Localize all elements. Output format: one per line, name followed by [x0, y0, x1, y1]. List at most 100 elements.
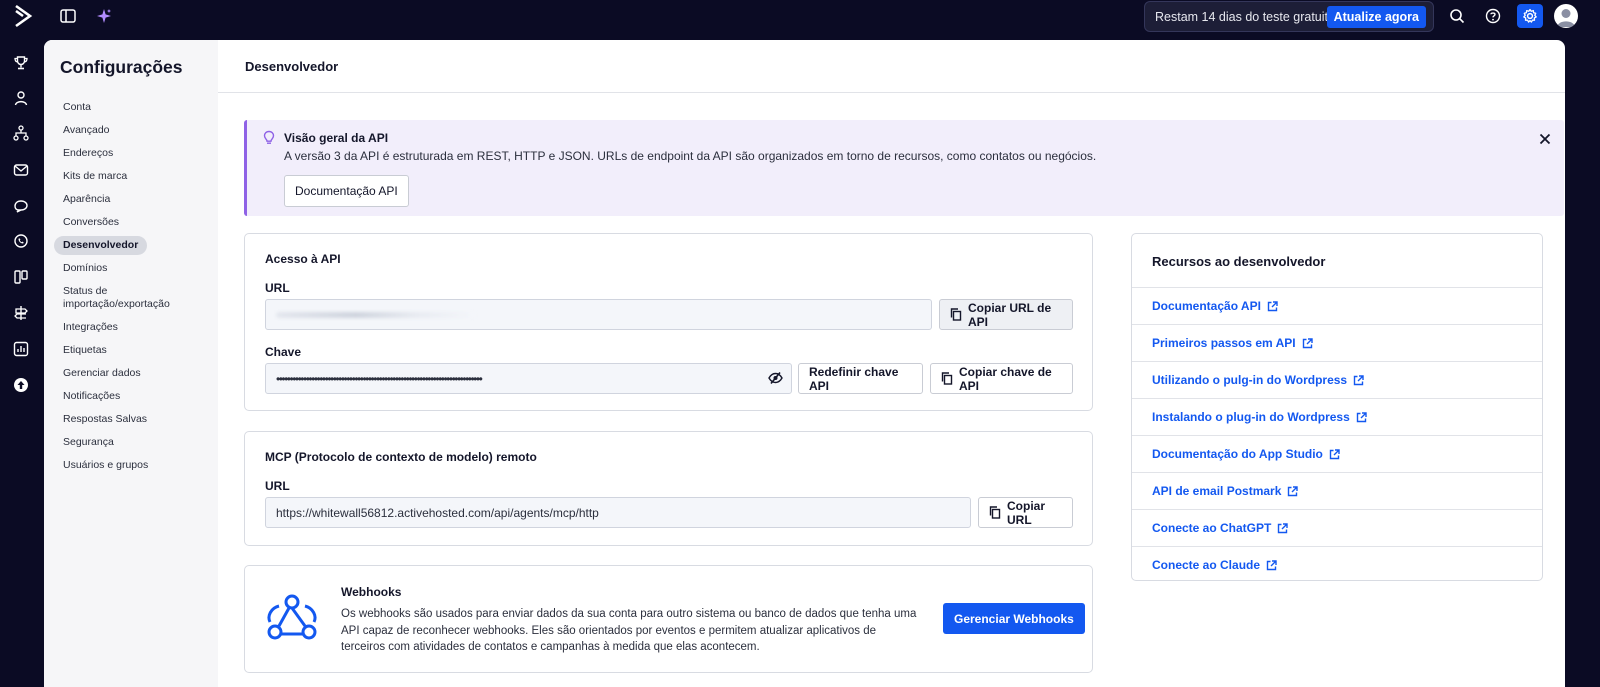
settings-title: Configurações — [60, 57, 183, 77]
sidebar-item-aparencia[interactable]: Aparência — [54, 190, 119, 209]
mcp-url-field[interactable]: https://whitewall56812.activehosted.com/… — [265, 497, 971, 528]
resource-link-item[interactable]: Conecte ao ChatGPT — [1132, 509, 1542, 546]
copy-api-key-label: Copiar chave de API — [959, 364, 1052, 393]
webhooks-description: Os webhooks são usados para enviar dados… — [341, 608, 917, 653]
copy-mcp-url-button[interactable]: Copiar URL — [978, 497, 1073, 528]
sidebar-item-notificacoes[interactable]: Notificações — [54, 387, 129, 406]
resource-link[interactable]: Conecte ao ChatGPT — [1152, 521, 1271, 535]
sidebar-item-avancado[interactable]: Avançado — [54, 121, 119, 140]
copy-mcp-url-label: Copiar URL — [1007, 498, 1046, 527]
eye-off-icon[interactable] — [768, 371, 783, 388]
sidebar-item-etiquetas[interactable]: Etiquetas — [54, 341, 116, 360]
api-url-redacted — [276, 311, 476, 318]
sidebar-item-respostas-salvas[interactable]: Respostas Salvas — [54, 410, 156, 429]
mcp-card: MCP (Protocolo de contexto de modelo) re… — [244, 431, 1093, 546]
sidebar-item-conversoes[interactable]: Conversões — [54, 213, 128, 232]
upgrade-icon[interactable] — [10, 374, 32, 396]
sidebar-item-kits-de-marca[interactable]: Kits de marca — [54, 167, 136, 186]
external-link-icon — [1267, 300, 1278, 311]
api-key-field[interactable]: ••••••••••••••••••••••••••••••••••••••••… — [265, 363, 792, 394]
gear-icon[interactable] — [1517, 4, 1543, 28]
sidebar-item-usuarios-e-grupos[interactable]: Usuários e grupos — [54, 456, 157, 475]
resource-link-item[interactable]: API de email Postmark — [1132, 472, 1542, 509]
whatsapp-icon[interactable] — [10, 230, 32, 252]
api-access-card: Acesso à API URL Copiar URL de API Chave… — [244, 233, 1093, 411]
copy-icon — [989, 506, 1001, 519]
contacts-icon[interactable] — [10, 87, 32, 109]
sidebar-item-gerenciar-dados[interactable]: Gerenciar dados — [54, 364, 150, 383]
sidebar-toggle-icon[interactable] — [56, 5, 80, 27]
banner-text: A versão 3 da API é estruturada em REST,… — [284, 149, 1097, 163]
close-icon[interactable] — [1536, 130, 1554, 148]
external-link-icon — [1329, 448, 1340, 459]
copy-api-key-button[interactable]: Copiar chave de API — [930, 363, 1073, 394]
trophy-icon[interactable] — [10, 52, 32, 74]
external-link-icon — [1353, 374, 1364, 385]
manage-webhooks-button[interactable]: Gerenciar Webhooks — [943, 603, 1085, 634]
resource-link-item[interactable]: Documentação API — [1132, 287, 1542, 324]
developer-resources-card: Recursos ao desenvolvedor Documentação A… — [1131, 233, 1543, 581]
logo-icon[interactable] — [10, 3, 36, 29]
mcp-url-value: https://whitewall56812.activehosted.com/… — [276, 505, 599, 520]
main-panel: Configurações Conta Avançado Endereços K… — [44, 40, 1565, 687]
resources-title: Recursos ao desenvolvedor — [1152, 254, 1326, 269]
settings-sidebar: Configurações Conta Avançado Endereços K… — [44, 40, 218, 687]
mcp-title: MCP (Protocolo de contexto de modelo) re… — [265, 450, 537, 464]
resource-link-item[interactable]: Utilizando o pulg-in do Wordpress — [1132, 361, 1542, 398]
resource-link[interactable]: Conecte ao Claude — [1152, 558, 1260, 572]
resource-link-item[interactable]: Documentação do App Studio — [1132, 435, 1542, 472]
resource-link-item[interactable]: Conecte ao Claude — [1132, 546, 1542, 583]
banner-title: Visão geral da API — [284, 131, 389, 145]
sidebar-item-conta[interactable]: Conta — [54, 98, 100, 117]
reset-api-key-button[interactable]: Redefinir chave API — [798, 363, 923, 394]
sidebar-item-status-importacao[interactable]: Status de importação/exportação — [54, 282, 184, 314]
upgrade-button[interactable]: Atualize agora — [1326, 6, 1426, 28]
external-link-icon — [1288, 485, 1299, 496]
resource-link-item[interactable]: Instalando o plug-in do Wordpress — [1132, 398, 1542, 435]
copy-icon — [941, 372, 953, 385]
campaigns-icon[interactable] — [10, 159, 32, 181]
resource-link[interactable]: Documentação API — [1152, 299, 1261, 313]
page-title: Desenvolvedor — [245, 59, 339, 74]
webhook-icon — [265, 592, 319, 647]
resource-link[interactable]: API de email Postmark — [1152, 484, 1281, 498]
conversations-icon[interactable] — [10, 194, 32, 216]
top-bar: Restam 14 dias do teste gratuito. Atuali… — [0, 0, 1600, 32]
copy-icon — [950, 308, 962, 321]
api-url-label: URL — [265, 281, 290, 295]
copy-api-url-button[interactable]: Copiar URL de API — [939, 299, 1073, 330]
lightbulb-icon — [262, 130, 276, 149]
search-icon[interactable] — [1445, 5, 1469, 27]
trial-notice: Restam 14 dias do teste gratuito. Atuali… — [1144, 1, 1434, 32]
sidebar-item-dominios[interactable]: Domínios — [54, 259, 116, 278]
sidebar-item-seguranca[interactable]: Segurança — [54, 433, 123, 452]
resource-link[interactable]: Documentação do App Studio — [1152, 447, 1323, 461]
help-icon[interactable] — [1481, 5, 1505, 27]
webhooks-title: Webhooks — [341, 585, 402, 599]
copy-api-url-label: Copiar URL de API — [968, 300, 1052, 329]
sidebar-item-enderecos[interactable]: Endereços — [54, 144, 122, 163]
external-link-icon — [1266, 559, 1277, 570]
trial-text: Restam 14 dias do teste gratuito. — [1155, 9, 1339, 24]
user-avatar-icon[interactable] — [1554, 4, 1578, 28]
reports-icon[interactable] — [10, 338, 32, 360]
content-header: Desenvolvedor — [218, 40, 1565, 93]
sparkle-icon[interactable] — [92, 5, 116, 27]
automations-icon[interactable] — [10, 122, 32, 144]
api-key-value: ••••••••••••••••••••••••••••••••••••••••… — [276, 371, 483, 386]
api-url-field[interactable] — [265, 299, 932, 330]
external-link-icon — [1302, 337, 1313, 348]
deals-icon[interactable] — [10, 266, 32, 288]
main-nav — [0, 32, 44, 687]
resource-link-item[interactable]: Primeiros passos em API — [1132, 324, 1542, 361]
reset-api-key-label: Redefinir chave API — [809, 364, 899, 393]
resource-link[interactable]: Primeiros passos em API — [1152, 336, 1296, 350]
sidebar-item-integracoes[interactable]: Integrações — [54, 318, 127, 337]
signs-icon[interactable] — [10, 302, 32, 324]
external-link-icon — [1278, 522, 1289, 533]
mcp-url-label: URL — [265, 479, 290, 493]
resource-link[interactable]: Instalando o plug-in do Wordpress — [1152, 410, 1350, 424]
sidebar-item-desenvolvedor[interactable]: Desenvolvedor — [54, 236, 148, 255]
resource-link[interactable]: Utilizando o pulg-in do Wordpress — [1152, 373, 1347, 387]
api-documentation-button[interactable]: Documentação API — [284, 175, 409, 207]
